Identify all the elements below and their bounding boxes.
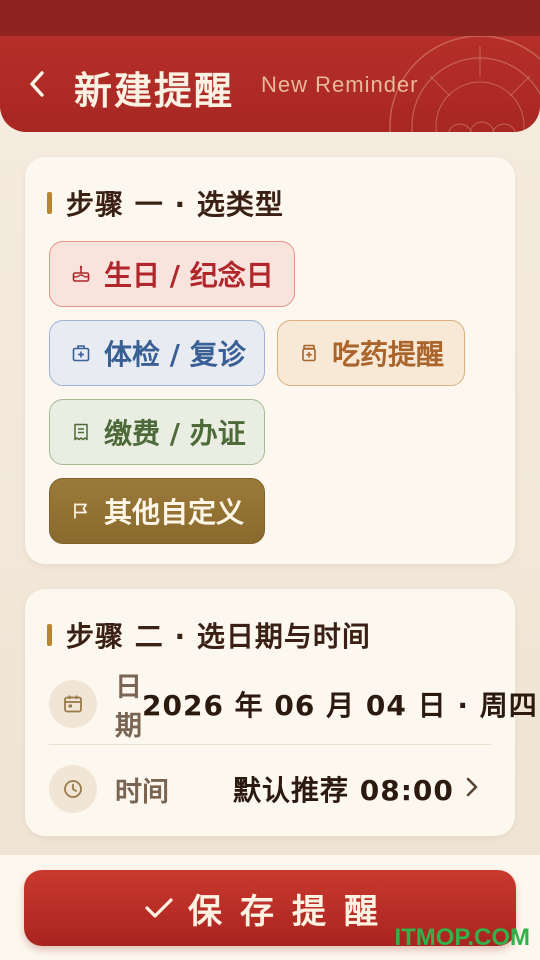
decorative-pattern	[389, 36, 540, 132]
divider	[49, 744, 491, 745]
pill-bottle-icon	[298, 342, 320, 364]
clock-icon	[49, 765, 97, 813]
page-title: 新建提醒	[74, 69, 235, 113]
chevron-right-icon	[466, 777, 478, 797]
type-chip-payment[interactable]: 缴费 / 办证	[49, 399, 265, 465]
type-chip-birthday[interactable]: 生日 / 纪念日	[49, 241, 295, 307]
flag-icon	[70, 500, 92, 522]
date-value: 2026 年 06 月 04 日 · 周四	[142, 689, 538, 722]
chevron-left-icon	[30, 71, 44, 97]
medical-kit-icon	[70, 342, 92, 364]
type-selection-card: 步骤 一 · 选类型 生日 / 纪念日 体检 / 复诊 吃药提醒 缴费 / 办证…	[25, 157, 515, 564]
datetime-card: 步骤 二 · 选日期与时间 日期 2026 年 06 月 04 日 · 周四 时…	[25, 589, 537, 836]
cake-icon	[70, 263, 92, 285]
type-chip-label: 生日 / 纪念日	[104, 259, 274, 292]
step-marker	[47, 624, 52, 646]
watermark: ITMOP.COM	[394, 924, 530, 951]
time-label: 时间	[115, 776, 169, 808]
type-chip-label: 缴费 / 办证	[104, 417, 246, 450]
date-label: 日期	[115, 672, 142, 742]
calendar-icon	[49, 680, 97, 728]
type-chip-label: 体检 / 复诊	[104, 338, 246, 371]
type-chip-custom[interactable]: 其他自定义	[49, 478, 265, 544]
save-button-label: 保存提醒	[188, 891, 396, 932]
back-button[interactable]	[22, 66, 52, 102]
receipt-icon	[70, 421, 92, 443]
status-bar	[0, 0, 540, 36]
check-icon	[145, 898, 173, 918]
type-chip-label: 其他自定义	[104, 496, 245, 529]
type-chip-label: 吃药提醒	[332, 338, 445, 371]
step-marker	[47, 192, 52, 214]
time-value: 默认推荐 08:00	[233, 774, 454, 807]
type-chip-medicine[interactable]: 吃药提醒	[277, 320, 465, 386]
type-chip-checkup[interactable]: 体检 / 复诊	[49, 320, 265, 386]
date-row[interactable]: 日期 2026 年 06 月 04 日 · 周四	[49, 672, 537, 742]
step1-heading: 步骤 一 · 选类型	[47, 183, 284, 223]
header: 新建提醒 New Reminder	[0, 36, 540, 132]
step2-heading: 步骤 二 · 选日期与时间	[47, 615, 371, 655]
